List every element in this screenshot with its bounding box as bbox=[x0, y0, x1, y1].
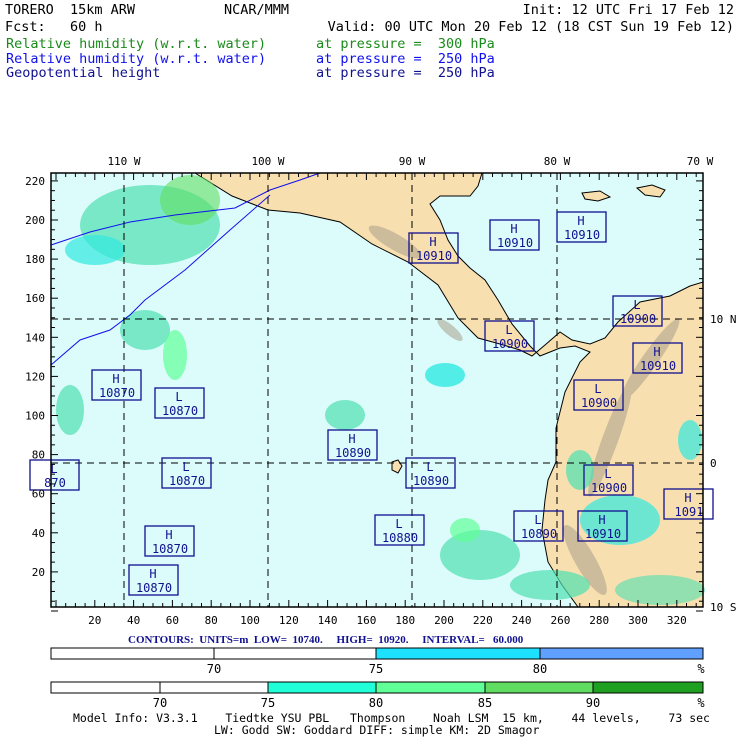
colorbar-segment bbox=[592, 681, 704, 694]
latitude-label: 10 N bbox=[710, 313, 737, 326]
center-value: 10880 bbox=[382, 531, 418, 545]
colorbar-segment bbox=[484, 681, 594, 694]
center-value: 10870 bbox=[152, 542, 188, 556]
center-type: H bbox=[348, 432, 355, 446]
x-tick-label: 200 bbox=[434, 614, 454, 627]
y-tick-label: 80 bbox=[32, 449, 45, 462]
x-tick-label: 320 bbox=[667, 614, 687, 627]
center-type: L bbox=[182, 460, 189, 474]
center-type: H bbox=[149, 567, 156, 581]
center-value: 10870 bbox=[162, 404, 198, 418]
latitude-label: 0 bbox=[710, 457, 717, 470]
colorbar-segment bbox=[539, 647, 704, 660]
center-value: 10870 bbox=[99, 386, 135, 400]
center-type: L bbox=[505, 323, 512, 337]
longitude-label: 80 W bbox=[544, 155, 571, 168]
center-type: H bbox=[653, 345, 660, 359]
colorbar-250hpa: 70 75 80% bbox=[50, 647, 705, 676]
center-value: 10900 bbox=[591, 481, 627, 495]
center-type: L bbox=[594, 382, 601, 396]
y-tick-label: 140 bbox=[25, 331, 45, 344]
y-tick-label: 220 bbox=[25, 175, 45, 188]
colorbar-label: 75 bbox=[369, 662, 383, 676]
colorbar-label: 75 bbox=[261, 696, 275, 710]
x-tick-label: 280 bbox=[589, 614, 609, 627]
center-value: 870 bbox=[44, 476, 66, 490]
y-tick-label: 200 bbox=[25, 214, 45, 227]
center-type: H bbox=[598, 513, 605, 527]
y-tick-label: 100 bbox=[25, 410, 45, 423]
colorbar-segment bbox=[375, 681, 486, 694]
center-value: 10870 bbox=[169, 474, 205, 488]
longitude-label: 90 W bbox=[399, 155, 426, 168]
center-type: H bbox=[429, 235, 436, 249]
x-tick-label: 80 bbox=[205, 614, 218, 627]
center-value: 1091 bbox=[675, 505, 704, 519]
center-type: L bbox=[604, 467, 611, 481]
colorbar-segment bbox=[213, 647, 377, 660]
center-value: 10910 bbox=[416, 249, 452, 263]
colorbar-300hpa: 70 75 80 85 90% bbox=[50, 681, 705, 710]
center-value: 10890 bbox=[335, 446, 371, 460]
colorbar-label: 80 bbox=[533, 662, 547, 676]
center-type: L bbox=[534, 513, 541, 527]
center-value: 10910 bbox=[585, 527, 621, 541]
center-value: 10870 bbox=[136, 581, 172, 595]
center-type: H bbox=[577, 214, 584, 228]
center-value: 10890 bbox=[413, 474, 449, 488]
center-type: L bbox=[633, 298, 640, 312]
colorbar-label: % bbox=[697, 696, 705, 710]
colorbar-label: 85 bbox=[478, 696, 492, 710]
x-tick-label: 260 bbox=[550, 614, 570, 627]
colorbar-label: % bbox=[697, 662, 705, 676]
x-tick-label: 220 bbox=[473, 614, 493, 627]
x-tick-label: 140 bbox=[318, 614, 338, 627]
x-tick-label: 240 bbox=[512, 614, 532, 627]
longitude-label: 100 W bbox=[251, 155, 284, 168]
center-type: L bbox=[426, 460, 433, 474]
center-value: 10900 bbox=[581, 396, 617, 410]
x-tick-label: 60 bbox=[166, 614, 179, 627]
colorbar-label: 90 bbox=[586, 696, 600, 710]
longitude-label: 70 W bbox=[687, 155, 714, 168]
x-tick-label: 100 bbox=[240, 614, 260, 627]
longitude-label: 110 W bbox=[107, 155, 140, 168]
weather-map-page: TORERO 15km ARW NCAR/MMM Init: 12 UTC Fr… bbox=[0, 0, 740, 740]
center-type: H bbox=[684, 491, 691, 505]
center-type: L bbox=[175, 390, 182, 404]
center-value: 10910 bbox=[640, 359, 676, 373]
colorbar-segment bbox=[159, 681, 269, 694]
x-tick-label: 160 bbox=[356, 614, 376, 627]
x-tick-label: 300 bbox=[628, 614, 648, 627]
colorbar-label: 70 bbox=[153, 696, 167, 710]
center-type: H bbox=[165, 528, 172, 542]
center-value: 10910 bbox=[497, 236, 533, 250]
y-tick-label: 160 bbox=[25, 292, 45, 305]
center-value: 10910 bbox=[564, 228, 600, 242]
x-tick-label: 120 bbox=[279, 614, 299, 627]
colorbar-segment bbox=[50, 647, 215, 660]
colorbar-segment bbox=[50, 681, 161, 694]
center-type: H bbox=[510, 222, 517, 236]
center-value: 10900 bbox=[492, 337, 528, 351]
y-tick-label: 40 bbox=[32, 527, 45, 540]
y-tick-label: 60 bbox=[32, 488, 45, 501]
x-tick-label: 40 bbox=[127, 614, 140, 627]
x-tick-label: 180 bbox=[395, 614, 415, 627]
center-value: 10900 bbox=[620, 312, 656, 326]
y-tick-label: 20 bbox=[32, 566, 45, 579]
x-tick-label: 20 bbox=[88, 614, 101, 627]
center-type: L bbox=[395, 517, 402, 531]
colorbar-segment bbox=[267, 681, 377, 694]
colorbar-label: 80 bbox=[369, 696, 383, 710]
center-type: H bbox=[112, 372, 119, 386]
colorbar-label: 70 bbox=[207, 662, 221, 676]
map-plot: H10910H10910H10910L10900L10900H10910L109… bbox=[25, 155, 737, 627]
y-tick-label: 120 bbox=[25, 370, 45, 383]
model-info-line2: LW: Godd SW: Goddard DIFF: simple KM: 2D… bbox=[214, 723, 540, 737]
colorbar-segment bbox=[375, 647, 541, 660]
y-tick-label: 180 bbox=[25, 253, 45, 266]
center-value: 10890 bbox=[521, 527, 557, 541]
latitude-label: 10 S bbox=[710, 601, 737, 614]
